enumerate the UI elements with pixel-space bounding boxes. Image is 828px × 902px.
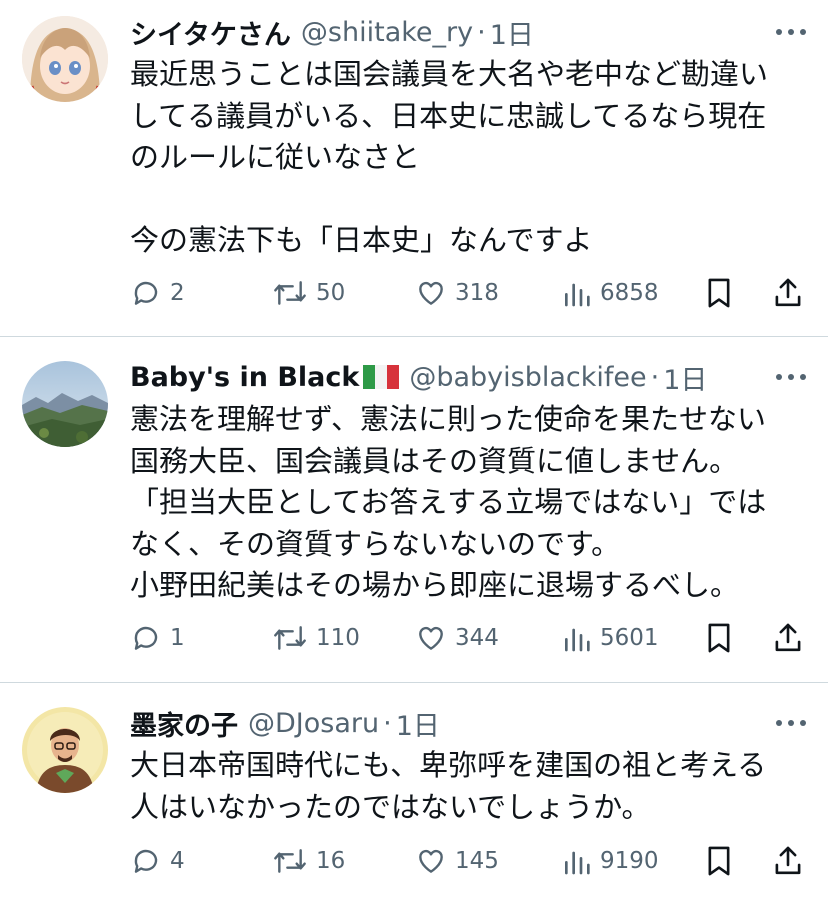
more-options-icon[interactable] <box>776 372 806 382</box>
mountain-landscape-avatar-icon <box>22 361 108 447</box>
view-count: 9190 <box>600 848 659 874</box>
user-handle[interactable]: @shiitake_ry <box>301 17 473 48</box>
reply-button[interactable]: 2 <box>130 273 185 313</box>
tweet-header: シイタケさん @shiitake_ry · 1日 <box>130 12 808 52</box>
share-button[interactable] <box>772 841 804 881</box>
tweet-text-line: なく、その資質すらないないのです。 <box>130 526 621 561</box>
like-count: 344 <box>455 625 499 651</box>
share-icon <box>775 846 801 875</box>
reply-button[interactable]: 1 <box>130 618 185 658</box>
bookmark-icon <box>708 623 730 653</box>
tweet-text-line: のルールに従いなさと <box>130 140 421 174</box>
view-count: 6858 <box>600 280 659 306</box>
tweet-text: 最近思うことは国会議員を大名や老中など勘違い してる議員がいる、日本史に忠誠して… <box>130 54 810 262</box>
tweet-text: 大日本帝国時代にも、卑弥呼を建国の祖と考える 人はいなかったのではないでしょうか… <box>130 745 810 828</box>
display-name[interactable]: Baby's in Black <box>130 362 359 393</box>
timestamp[interactable]: 1日 <box>663 358 707 397</box>
heart-icon <box>419 626 443 650</box>
tweet-3[interactable]: 墨家の子 @DJosaru · 1日 大日本帝国時代にも、卑弥呼を建国の祖と考え… <box>0 683 828 902</box>
italy-flag-icon <box>363 365 400 389</box>
tweet-text-line: 人はいなかったのではないでしょうか。 <box>130 789 651 824</box>
reply-button[interactable]: 4 <box>130 841 185 881</box>
display-name[interactable]: 墨家の子 <box>130 704 238 743</box>
retweet-icon <box>274 281 306 305</box>
bookmark-button[interactable] <box>704 841 734 881</box>
tweet-text-line: 大日本帝国時代にも、卑弥呼を建国の祖と考える <box>130 748 767 782</box>
tweet-text: 憲法を理解せず、憲法に則った使命を果たせない 国務大臣、国会議員はその資質に値し… <box>130 399 810 607</box>
tweet-text-line: 小野田紀美はその場から即座に退場するべし。 <box>130 568 740 602</box>
tweet-text-line: 憲法を理解せず、憲法に則った使命を果たせない <box>130 402 766 436</box>
analytics-icon <box>565 628 590 652</box>
reply-icon <box>134 849 158 873</box>
share-icon <box>775 623 801 652</box>
retweet-count: 16 <box>316 848 346 874</box>
tweet-text-line: してる議員がいる、日本史に忠誠してるなら現在 <box>130 98 767 133</box>
action-bar: 4 16 145 9190 <box>130 841 810 881</box>
like-button[interactable]: 344 <box>415 618 499 658</box>
display-name[interactable]: シイタケさん <box>130 13 291 52</box>
user-handle[interactable]: @DJosaru <box>248 708 379 739</box>
like-count: 318 <box>455 280 499 306</box>
retweet-icon <box>274 849 306 873</box>
timestamp[interactable]: 1日 <box>396 704 440 743</box>
cartoon-man-avatar-icon <box>22 707 108 793</box>
tweet-header: 墨家の子 @DJosaru · 1日 <box>130 703 808 743</box>
views-button[interactable]: 9190 <box>562 841 659 881</box>
avatar[interactable] <box>22 361 108 447</box>
avatar[interactable] <box>22 16 108 102</box>
user-handle[interactable]: @babyisblackifee <box>409 362 646 393</box>
share-button[interactable] <box>772 273 804 313</box>
share-button[interactable] <box>772 618 804 658</box>
retweet-count: 110 <box>316 625 360 651</box>
action-bar: 1 110 344 5601 <box>130 618 810 658</box>
anime-girl-avatar-icon <box>22 16 108 102</box>
bookmark-button[interactable] <box>704 618 734 658</box>
analytics-icon <box>565 283 590 307</box>
separator: · <box>383 707 392 739</box>
views-button[interactable]: 6858 <box>562 273 659 313</box>
retweet-button[interactable]: 110 <box>272 618 360 658</box>
view-count: 5601 <box>600 625 659 651</box>
tweet-text-line: 国務大臣、国会議員はその資質に値しません。 <box>130 443 739 478</box>
like-button[interactable]: 318 <box>415 273 499 313</box>
more-options-icon[interactable] <box>776 718 806 728</box>
like-count: 145 <box>455 848 499 874</box>
retweet-icon <box>274 626 306 650</box>
bookmark-icon <box>708 278 730 308</box>
share-icon <box>775 278 801 307</box>
reply-count: 1 <box>170 625 185 651</box>
heart-icon <box>419 849 443 873</box>
tweet-2[interactable]: Baby's in Black @babyisblackifee · 1日 憲法… <box>0 337 828 682</box>
heart-icon <box>419 281 443 305</box>
bookmark-button[interactable] <box>704 273 734 313</box>
separator: · <box>650 361 660 393</box>
reply-icon <box>134 626 158 650</box>
analytics-icon <box>565 851 590 875</box>
like-button[interactable]: 145 <box>415 841 499 881</box>
tweet-text-line: 今の憲法下も「日本史」なんですよ <box>130 223 593 257</box>
views-button[interactable]: 5601 <box>562 618 659 658</box>
tweet-text-line: 「担当大臣としてお答えする立場ではない」では <box>130 485 767 519</box>
tweet-text-line <box>130 179 810 221</box>
retweet-button[interactable]: 16 <box>272 841 345 881</box>
reply-count: 2 <box>170 280 185 306</box>
retweet-count: 50 <box>316 280 346 306</box>
tweet-1[interactable]: シイタケさん @shiitake_ry · 1日 最近思うことは国会議員を大名や… <box>0 0 828 336</box>
timestamp[interactable]: 1日 <box>490 13 534 52</box>
reply-count: 4 <box>170 848 185 874</box>
bookmark-icon <box>708 846 730 876</box>
avatar[interactable] <box>22 707 108 793</box>
retweet-button[interactable]: 50 <box>272 273 345 313</box>
separator: · <box>477 16 486 48</box>
tweet-text-line: 最近思うことは国会議員を大名や老中など勘違い <box>130 57 769 91</box>
tweet-header: Baby's in Black @babyisblackifee · 1日 <box>130 357 808 397</box>
action-bar: 2 50 318 6858 <box>130 273 810 313</box>
reply-icon <box>134 281 158 305</box>
more-options-icon[interactable] <box>776 27 806 37</box>
